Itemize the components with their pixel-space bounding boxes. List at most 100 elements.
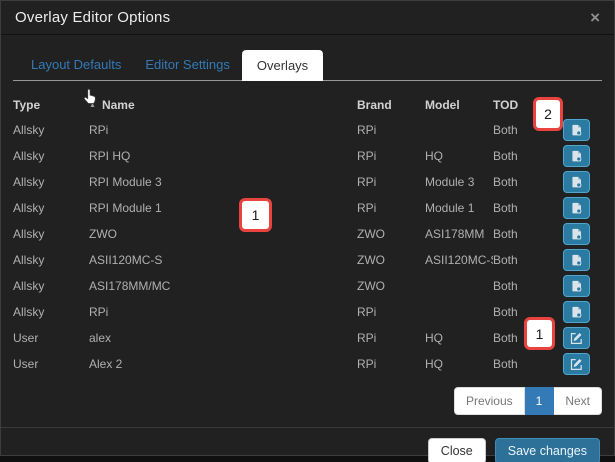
cell-model: ASI178MM [425, 221, 493, 247]
close-button[interactable]: Close [428, 438, 486, 462]
close-icon[interactable]: × [590, 9, 600, 26]
dialog-footer: Close Save changes [1, 427, 614, 462]
cell-model: HQ [425, 143, 493, 169]
cell-type: Allsky [13, 195, 89, 221]
copy-overlay-button[interactable] [563, 119, 590, 141]
cell-name: RPi [89, 299, 357, 325]
cell-type: Allsky [13, 169, 89, 195]
cell-name: alex [89, 325, 357, 351]
cell-brand: RPi [357, 351, 425, 377]
cell-model: HQ [425, 325, 493, 351]
copy-file-icon [570, 202, 583, 215]
cell-tod: Both [493, 143, 535, 169]
edit-overlay-button[interactable] [563, 327, 590, 349]
tab-editor-settings[interactable]: Editor Settings [133, 49, 242, 80]
cell-tod: Both [493, 221, 535, 247]
copy-overlay-button[interactable] [563, 275, 590, 297]
save-changes-button[interactable]: Save changes [495, 438, 600, 462]
copy-overlay-button[interactable] [563, 223, 590, 245]
cell-name: Alex 2 [89, 351, 357, 377]
cell-tod: Both [493, 247, 535, 273]
pagination-next[interactable]: Next [554, 387, 602, 415]
cell-model [425, 117, 493, 143]
tab-layout-defaults[interactable]: Layout Defaults [19, 49, 133, 80]
cell-type: User [13, 325, 89, 351]
cell-tod: Both [493, 195, 535, 221]
cell-name: RPi [89, 117, 357, 143]
edit-icon [570, 332, 583, 345]
cell-model: ASII120MC-S [425, 247, 493, 273]
cell-brand: ZWO [357, 273, 425, 299]
cell-name: RPI HQ [89, 143, 357, 169]
table-row: Allsky ASI178MM/MC ZWO Both [13, 273, 602, 299]
page: Overlay Editor Options × Layout Defaults… [0, 0, 615, 462]
cell-tod: Both [493, 169, 535, 195]
column-header-tod[interactable]: TOD [493, 93, 535, 117]
copy-file-icon [570, 150, 583, 163]
annotation-callout-1: 1 [239, 198, 272, 232]
sort-asc-icon: ▲ [89, 102, 96, 109]
pagination: Previous 1 Next [13, 387, 602, 415]
table-row: Allsky RPI Module 1 RPi Module 1 Both [13, 195, 602, 221]
cell-brand: RPi [357, 325, 425, 351]
copy-overlay-button[interactable] [563, 171, 590, 193]
copy-file-icon [570, 124, 583, 137]
cell-tod: Both [493, 117, 535, 143]
copy-overlay-button[interactable] [563, 197, 590, 219]
cell-type: Allsky [13, 273, 89, 299]
copy-file-icon [570, 280, 583, 293]
copy-overlay-button[interactable] [563, 301, 590, 323]
tab-bar: Layout Defaults Editor Settings Overlays [13, 49, 602, 81]
table-row: User alex RPi HQ Both [13, 325, 602, 351]
table-row: Allsky RPi RPi Both [13, 117, 602, 143]
column-header-model[interactable]: Model [425, 93, 493, 117]
column-header-name[interactable]: ▲Name [89, 93, 357, 117]
table-row: Allsky RPi RPi Both [13, 299, 602, 325]
overlay-editor-options-dialog: Overlay Editor Options × Layout Defaults… [0, 0, 615, 456]
cell-name: ZWO [89, 221, 357, 247]
copy-file-icon [570, 228, 583, 241]
cell-brand: RPi [357, 117, 425, 143]
cell-tod: Both [493, 273, 535, 299]
tab-overlays[interactable]: Overlays [242, 50, 323, 81]
dialog-body: Layout Defaults Editor Settings Overlays… [1, 35, 614, 415]
pagination-page-1[interactable]: 1 [525, 387, 555, 415]
cell-brand: RPi [357, 169, 425, 195]
table-row: Allsky RPI HQ RPi HQ Both [13, 143, 602, 169]
cell-name: RPI Module 1 [89, 195, 357, 221]
copy-file-icon [570, 254, 583, 267]
column-header-type[interactable]: Type [13, 93, 89, 117]
cell-brand: ZWO [357, 221, 425, 247]
annotation-callout-2: 2 [533, 97, 563, 131]
cell-model: Module 1 [425, 195, 493, 221]
annotation-callout-1b: 1 [524, 317, 555, 350]
copy-overlay-button[interactable] [563, 249, 590, 271]
cell-type: Allsky [13, 117, 89, 143]
cell-type: Allsky [13, 221, 89, 247]
cell-type: Allsky [13, 247, 89, 273]
copy-overlay-button[interactable] [563, 145, 590, 167]
column-header-brand[interactable]: Brand [357, 93, 425, 117]
dialog-title: Overlay Editor Options [15, 9, 170, 26]
cell-brand: RPi [357, 299, 425, 325]
overlays-table: Type ▲Name Brand Model TOD Allsky RPi RP… [13, 93, 602, 377]
cell-tod: Both [493, 351, 535, 377]
cell-brand: ZWO [357, 247, 425, 273]
cell-type: Allsky [13, 143, 89, 169]
cell-model: Module 3 [425, 169, 493, 195]
cell-model [425, 273, 493, 299]
cell-model: HQ [425, 351, 493, 377]
edit-overlay-button[interactable] [563, 353, 590, 375]
table-row: Allsky ASII120MC-S ZWO ASII120MC-S Both [13, 247, 602, 273]
cell-brand: RPi [357, 143, 425, 169]
table-row: Allsky RPI Module 3 RPi Module 3 Both [13, 169, 602, 195]
copy-file-icon [570, 176, 583, 189]
pagination-previous[interactable]: Previous [454, 387, 525, 415]
dialog-header: Overlay Editor Options × [1, 1, 614, 35]
cell-type: Allsky [13, 299, 89, 325]
table-header-row: Type ▲Name Brand Model TOD [13, 93, 602, 117]
copy-file-icon [570, 306, 583, 319]
cell-name: RPI Module 3 [89, 169, 357, 195]
edit-icon [570, 358, 583, 371]
cell-name: ASI178MM/MC [89, 273, 357, 299]
